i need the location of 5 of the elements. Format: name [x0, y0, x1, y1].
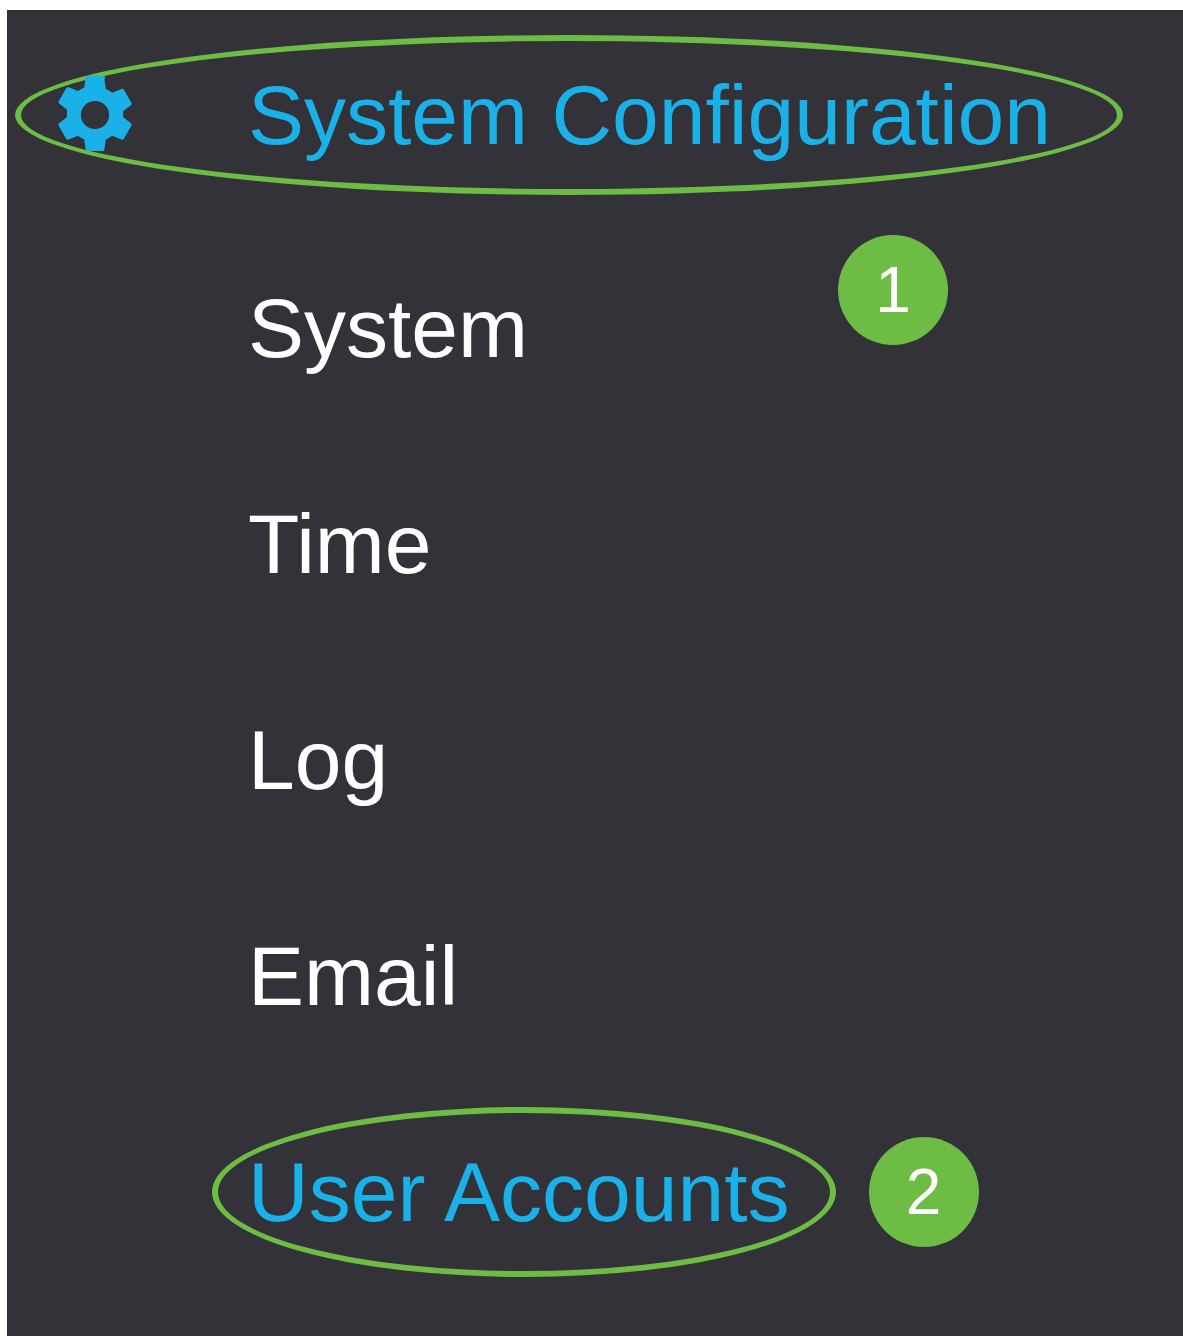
step-badge: 1 — [838, 235, 948, 345]
menu-item[interactable]: Time — [248, 502, 432, 586]
menu-item[interactable]: Email — [248, 934, 459, 1018]
menu-item[interactable]: User Accounts — [248, 1150, 790, 1234]
step-badge: 2 — [868, 1137, 979, 1247]
